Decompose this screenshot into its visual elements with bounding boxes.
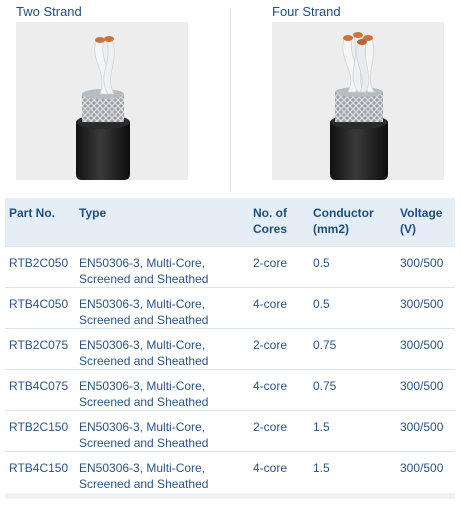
cell-part-no: RTB4C050 (5, 286, 75, 328)
header-part-no: Part No. (9, 206, 56, 220)
cell-cores: 4-core (249, 450, 309, 492)
cell-conductor: 1.5 (309, 409, 396, 451)
cell-type: EN50306-3, Multi-Core, Screened and Shea… (75, 286, 249, 328)
cell-cores: 2-core (249, 327, 309, 369)
table-footer-bar (5, 493, 455, 499)
table-row: RTB4C150 EN50306-3, Multi-Core, Screened… (5, 450, 455, 492)
cell-type: EN50306-3, Multi-Core, Screened and Shea… (75, 327, 249, 369)
cell-type: EN50306-3, Multi-Core, Screened and Shea… (75, 409, 249, 451)
table-row: RTB2C075 EN50306-3, Multi-Core, Screened… (5, 327, 455, 369)
four-strand-cable-image (272, 22, 444, 180)
product-four-strand: Four Strand (232, 0, 447, 192)
cell-conductor: 0.75 (309, 327, 396, 369)
cell-part-no: RTB2C075 (5, 327, 75, 369)
cell-conductor: 1.5 (309, 450, 396, 492)
column-divider (230, 8, 231, 192)
cell-voltage: 300/500 (396, 245, 455, 287)
cell-type: EN50306-3, Multi-Core, Screened and Shea… (75, 245, 249, 287)
cell-cores: 2-core (249, 409, 309, 451)
cell-conductor: 0.5 (309, 286, 396, 328)
header-type: Type (79, 206, 107, 220)
cell-part-no: RTB2C150 (5, 409, 75, 451)
cell-part-no: RTB2C050 (5, 245, 75, 287)
cell-conductor: 0.75 (309, 368, 396, 410)
product-title-two-strand: Two Strand (16, 4, 82, 19)
cell-voltage: 300/500 (396, 327, 455, 369)
cell-cores: 2-core (249, 245, 309, 287)
product-two-strand: Two Strand (8, 0, 223, 192)
cell-type: EN50306-3, Multi-Core, Screened and Shea… (75, 368, 249, 410)
cell-type: EN50306-3, Multi-Core, Screened and Shea… (75, 450, 249, 492)
cell-cores: 4-core (249, 286, 309, 328)
table-row: RTB4C075 EN50306-3, Multi-Core, Screened… (5, 368, 455, 410)
cell-cores: 4-core (249, 368, 309, 410)
table-row: RTB4C050 EN50306-3, Multi-Core, Screened… (5, 286, 455, 328)
product-title-four-strand: Four Strand (272, 4, 341, 19)
cell-part-no: RTB4C075 (5, 368, 75, 410)
table-row: RTB2C150 EN50306-3, Multi-Core, Screened… (5, 409, 455, 451)
cable-spec-table: Part No. Type No. of Cores Conductor (mm… (5, 198, 455, 492)
header-voltage: Voltage (V) (400, 206, 443, 236)
header-cores: No. of Cores (253, 206, 288, 236)
two-strand-cable-image (16, 22, 188, 180)
cell-voltage: 300/500 (396, 368, 455, 410)
cell-part-no: RTB4C150 (5, 450, 75, 492)
header-conductor: Conductor (mm2) (313, 206, 374, 236)
table-row: RTB2C050 EN50306-3, Multi-Core, Screened… (5, 245, 455, 287)
cell-voltage: 300/500 (396, 450, 455, 492)
table-header-row: Part No. Type No. of Cores Conductor (mm… (5, 198, 455, 246)
cell-conductor: 0.5 (309, 245, 396, 287)
cell-voltage: 300/500 (396, 286, 455, 328)
cell-voltage: 300/500 (396, 409, 455, 451)
